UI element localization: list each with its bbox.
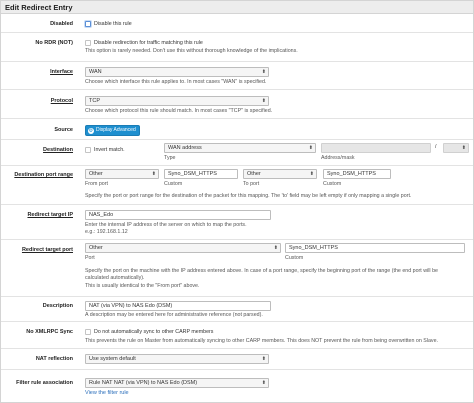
to-port-caption: To port bbox=[243, 181, 260, 187]
filter-rule-label: Filter rule association bbox=[16, 380, 73, 386]
nat-reflection-label: NAT reflection bbox=[35, 356, 73, 362]
redirect-ip-label: Redirect target IP bbox=[27, 212, 73, 218]
description-help: A description may be entered here for ad… bbox=[85, 312, 263, 318]
redirect-port-help-3: This is usually identical to the "From p… bbox=[85, 283, 200, 289]
destination-type-caption: Type bbox=[164, 155, 176, 161]
destination-mask-select[interactable]: ⬍ bbox=[443, 143, 469, 153]
row-redirect-port: Redirect target port Other ⬍ Syno_DSM_HT… bbox=[1, 241, 473, 297]
redirect-port-caption: Port bbox=[85, 255, 95, 261]
row-nat-reflection: NAT reflection Use system default ⬍ bbox=[1, 350, 473, 370]
redirect-port-custom-input[interactable]: Syno_DSM_HTTPS bbox=[285, 243, 465, 253]
row-disabled: Disabled Disable this rule bbox=[1, 15, 473, 33]
description-input[interactable]: NAT (via VPN) to NAS Edo (DSM) bbox=[85, 301, 271, 311]
chevron-updown-icon: ⬍ bbox=[273, 245, 278, 251]
chevron-updown-icon: ⬍ bbox=[261, 380, 266, 386]
destination-address-caption: Address/mask bbox=[321, 155, 355, 161]
disabled-checkbox-label: Disable this rule bbox=[94, 21, 132, 27]
redirect-ip-value: NAS_Edo bbox=[89, 212, 114, 218]
source-label: Source bbox=[54, 127, 73, 133]
row-protocol: Protocol TCP ⬍ Choose which protocol thi… bbox=[1, 91, 473, 119]
from-port-select[interactable]: Other ⬍ bbox=[85, 169, 159, 179]
interface-label: Interface bbox=[50, 69, 73, 75]
to-port-select[interactable]: Other ⬍ bbox=[243, 169, 317, 179]
row-source: Source ⚙ Display Advanced bbox=[1, 120, 473, 140]
invert-match-label: Invert match. bbox=[94, 147, 125, 153]
mask-slash: / bbox=[435, 144, 437, 150]
chevron-updown-icon: ⬍ bbox=[308, 145, 313, 151]
filter-rule-value: Rule NAT NAT (via VPN) to NAS Edo (DSM) bbox=[89, 380, 198, 386]
destination-type-select[interactable]: WAN address ⬍ bbox=[164, 143, 316, 153]
destination-label: Destination bbox=[43, 147, 73, 153]
from-port-custom-input[interactable]: Syno_DSM_HTTPS bbox=[164, 169, 238, 179]
chevron-updown-icon: ⬍ bbox=[309, 171, 314, 177]
redirect-port-label: Redirect target port bbox=[21, 247, 73, 253]
from-custom-caption: Custom bbox=[164, 181, 183, 187]
chevron-updown-icon: ⬍ bbox=[151, 171, 156, 177]
interface-select[interactable]: WAN ⬍ bbox=[85, 67, 269, 77]
panel-title: Edit Redirect Entry bbox=[5, 3, 73, 12]
display-advanced-label: Display Advanced bbox=[96, 127, 136, 133]
disabled-label: Disabled bbox=[50, 21, 73, 27]
redirect-port-value: Other bbox=[89, 245, 103, 251]
redirect-port-help-2: calculated automatically). bbox=[85, 275, 145, 281]
xmlrpc-checkbox-label: Do not automatically sync to other CARP … bbox=[94, 329, 214, 335]
nordr-help: This option is rarely needed. Don't use … bbox=[85, 48, 298, 54]
protocol-help: Choose which protocol this rule should m… bbox=[85, 108, 273, 114]
destination-address-input[interactable] bbox=[321, 143, 431, 153]
description-value: NAT (via VPN) to NAS Edo (DSM) bbox=[89, 303, 173, 309]
to-custom-caption: Custom bbox=[323, 181, 342, 187]
row-filter-rule: Filter rule association Rule NAT NAT (vi… bbox=[1, 371, 473, 402]
to-port-custom-value: Syno_DSM_HTTPS bbox=[327, 171, 376, 177]
gear-icon: ⚙ bbox=[88, 128, 94, 134]
nordr-checkbox[interactable] bbox=[85, 40, 91, 46]
row-interface: Interface WAN ⬍ Choose which interface t… bbox=[1, 63, 473, 90]
redirect-ip-input[interactable]: NAS_Edo bbox=[85, 210, 271, 220]
dest-port-label: Destination port range bbox=[14, 172, 73, 178]
to-port-custom-input[interactable]: Syno_DSM_HTTPS bbox=[323, 169, 391, 179]
xmlrpc-label: No XMLRPC Sync bbox=[26, 329, 73, 335]
destination-type-value: WAN address bbox=[168, 145, 202, 151]
chevron-updown-icon: ⬍ bbox=[261, 356, 266, 362]
panel-heading: Edit Redirect Entry bbox=[1, 1, 473, 14]
chevron-updown-icon: ⬍ bbox=[461, 145, 466, 151]
from-port-custom-value: Syno_DSM_HTTPS bbox=[168, 171, 217, 177]
from-port-value: Other bbox=[89, 171, 103, 177]
from-port-caption: From port bbox=[85, 181, 108, 187]
nat-reflection-value: Use system default bbox=[89, 356, 136, 362]
row-xmlrpc: No XMLRPC Sync Do not automatically sync… bbox=[1, 323, 473, 349]
row-redirect-ip: Redirect target IP NAS_Edo Enter the int… bbox=[1, 206, 473, 240]
interface-select-value: WAN bbox=[89, 69, 102, 75]
edit-redirect-panel: Edit Redirect Entry Disabled Disable thi… bbox=[0, 0, 474, 403]
display-advanced-button[interactable]: ⚙ Display Advanced bbox=[85, 125, 140, 136]
dest-port-help: Specify the port or port range for the d… bbox=[85, 193, 412, 199]
view-filter-rule-link[interactable]: View the filter rule bbox=[85, 390, 129, 396]
chevron-updown-icon: ⬍ bbox=[261, 98, 266, 104]
redirect-port-select[interactable]: Other ⬍ bbox=[85, 243, 281, 253]
xmlrpc-checkbox[interactable] bbox=[85, 329, 91, 335]
invert-match-checkbox[interactable] bbox=[85, 147, 91, 153]
row-dest-port: Destination port range Other ⬍ Syno_DSM_… bbox=[1, 167, 473, 205]
protocol-select[interactable]: TCP ⬍ bbox=[85, 96, 269, 106]
protocol-label: Protocol bbox=[50, 98, 73, 104]
protocol-select-value: TCP bbox=[89, 98, 100, 104]
nordr-checkbox-label: Disable redirection for traffic matching… bbox=[94, 40, 203, 46]
description-label: Description bbox=[42, 303, 73, 309]
chevron-updown-icon: ⬍ bbox=[261, 69, 266, 75]
row-destination: Destination Invert match. WAN address ⬍ … bbox=[1, 141, 473, 166]
filter-rule-select[interactable]: Rule NAT NAT (via VPN) to NAS Edo (DSM) … bbox=[85, 378, 269, 388]
disabled-checkbox[interactable] bbox=[85, 21, 91, 27]
redirect-port-custom-caption: Custom bbox=[285, 255, 304, 261]
nordr-label: No RDR (NOT) bbox=[35, 40, 73, 46]
redirect-port-custom-value: Syno_DSM_HTTPS bbox=[289, 245, 338, 251]
interface-help: Choose which interface this rule applies… bbox=[85, 79, 267, 85]
nat-reflection-select[interactable]: Use system default ⬍ bbox=[85, 354, 269, 364]
to-port-value: Other bbox=[247, 171, 261, 177]
xmlrpc-help: This prevents the rule on Master from au… bbox=[85, 338, 438, 344]
row-nordr: No RDR (NOT) Disable redirection for tra… bbox=[1, 34, 473, 62]
redirect-ip-example: e.g.: 192.168.1.12 bbox=[85, 229, 128, 235]
row-description: Description NAT (via VPN) to NAS Edo (DS… bbox=[1, 298, 473, 322]
